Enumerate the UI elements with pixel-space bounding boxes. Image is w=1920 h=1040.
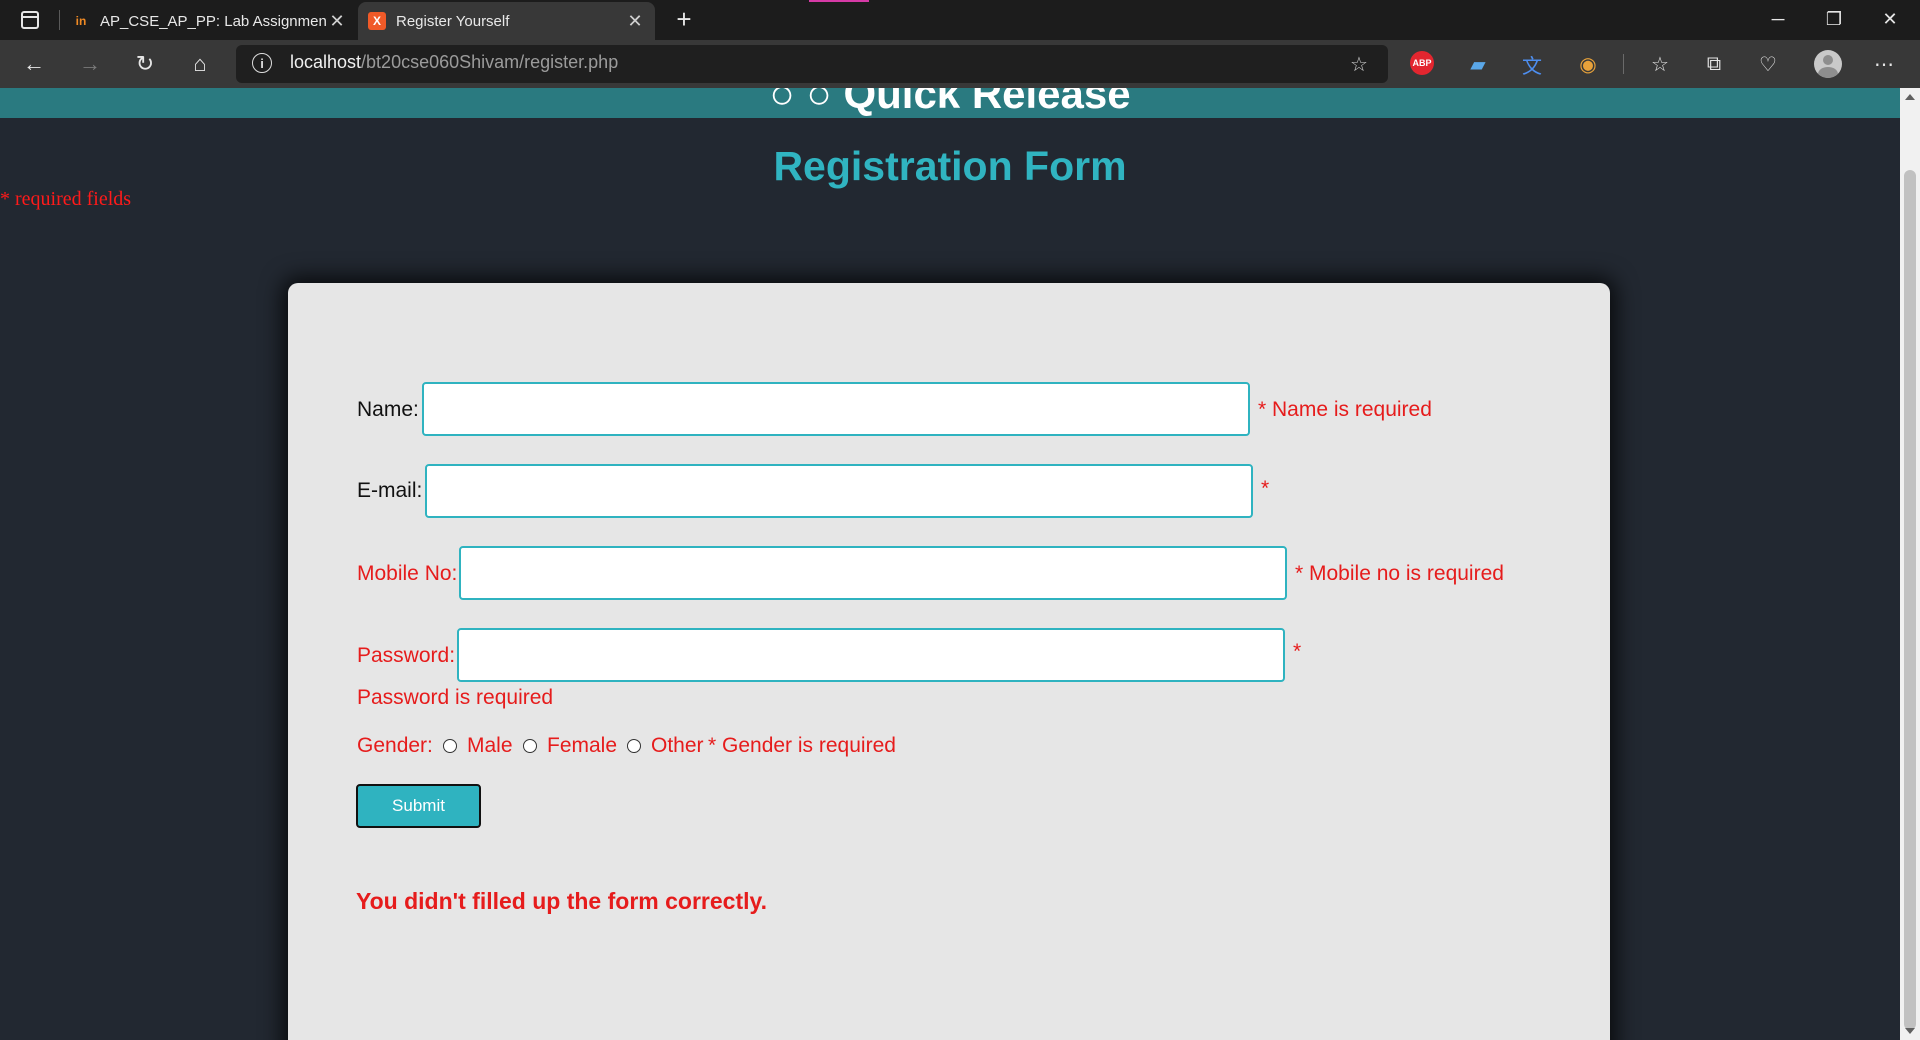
scroll-thumb[interactable] <box>1904 170 1916 1030</box>
close-tab-icon[interactable]: ✕ <box>327 11 347 32</box>
google-translate-icon[interactable]: 文 <box>1518 50 1546 78</box>
submit-button[interactable]: Submit <box>356 784 481 828</box>
banner-text: ○ ○ Quick Release <box>769 88 1131 117</box>
password-label: Password: <box>357 644 456 667</box>
xampp-favicon-icon: X <box>368 12 386 30</box>
tab-actions-menu-icon[interactable] <box>16 8 44 32</box>
gender-male-radio[interactable] <box>443 739 457 753</box>
profile-avatar[interactable] <box>1814 50 1842 78</box>
performance-icon[interactable]: ♡ <box>1754 50 1782 78</box>
scroll-down-arrow-icon[interactable] <box>1905 1028 1915 1034</box>
gender-error: * Gender is required <box>708 734 896 757</box>
name-input[interactable] <box>422 382 1250 436</box>
mobile-error: * Mobile no is required <box>1295 562 1504 585</box>
password-error-star: * <box>1293 640 1302 663</box>
new-tab-plus-icon[interactable]: + <box>668 4 700 36</box>
password-input[interactable] <box>457 628 1285 682</box>
media-indicator <box>809 0 869 2</box>
refresh-icon[interactable]: ↻ <box>127 48 163 80</box>
gender-other-label[interactable]: Other <box>651 734 704 758</box>
tab-separator <box>59 10 60 30</box>
gender-female-radio[interactable] <box>523 739 537 753</box>
email-input[interactable] <box>425 464 1253 518</box>
add-favorite-star-icon[interactable]: ☆ <box>1350 52 1368 77</box>
name-error: * Name is required <box>1258 398 1432 421</box>
moodle-favicon-icon: in <box>75 14 87 28</box>
gender-other-radio[interactable] <box>627 739 641 753</box>
restore-icon[interactable]: ❐ <box>1806 0 1862 38</box>
forward-arrow-icon[interactable]: → <box>72 48 108 80</box>
scroll-up-arrow-icon[interactable] <box>1905 94 1915 100</box>
email-label: E-mail: <box>357 479 423 502</box>
form-result-message: You didn't filled up the form correctly. <box>356 888 767 914</box>
page-viewport: ○ ○ Quick Release Registration Form * re… <box>0 88 1900 1040</box>
site-info-icon[interactable]: i <box>252 53 272 73</box>
close-window-icon[interactable]: ✕ <box>1862 0 1918 38</box>
extension-glasses-icon[interactable]: ◉ <box>1574 50 1602 78</box>
required-fields-note: * required fields <box>0 188 132 210</box>
page-scrollbar[interactable] <box>1900 88 1920 1040</box>
toolbar-separator <box>1623 54 1624 74</box>
name-label: Name: <box>357 398 419 421</box>
gender-label: Gender: <box>357 734 433 757</box>
collections-icon[interactable]: ⧉ <box>1700 50 1728 78</box>
email-error: * <box>1261 477 1270 500</box>
tab-title: Register Yourself <box>396 12 510 30</box>
tab-lab-assignment[interactable]: in AP_CSE_AP_PP: Lab Assignment ✕ <box>62 2 357 40</box>
tab-title: AP_CSE_AP_PP: Lab Assignment <box>100 12 327 30</box>
favorites-list-icon[interactable]: ☆ <box>1646 50 1674 78</box>
back-arrow-icon[interactable]: ← <box>16 48 52 80</box>
password-error: Password is required <box>357 686 554 709</box>
extension-window-icon[interactable]: ▰ <box>1464 50 1492 78</box>
gender-female-label[interactable]: Female <box>547 734 617 758</box>
close-tab-icon[interactable]: ✕ <box>625 11 645 32</box>
registration-form: Name: * Name is required E-mail: * Mobil… <box>288 283 1610 1040</box>
gender-male-label[interactable]: Male <box>467 734 513 758</box>
minimize-icon[interactable]: ─ <box>1750 0 1806 38</box>
url-text[interactable]: localhost/bt20cse060Shivam/register.php <box>290 52 618 73</box>
more-menu-icon[interactable]: ⋯ <box>1870 50 1898 78</box>
tab-register-yourself[interactable]: X Register Yourself ✕ <box>358 2 655 40</box>
mobile-input[interactable] <box>459 546 1287 600</box>
home-icon[interactable]: ⌂ <box>182 48 218 80</box>
adblock-plus-icon[interactable]: ABP <box>1410 51 1434 75</box>
mobile-label: Mobile No: <box>357 562 458 585</box>
header-banner: ○ ○ Quick Release <box>0 88 1900 118</box>
page-title: Registration Form <box>773 143 1127 189</box>
